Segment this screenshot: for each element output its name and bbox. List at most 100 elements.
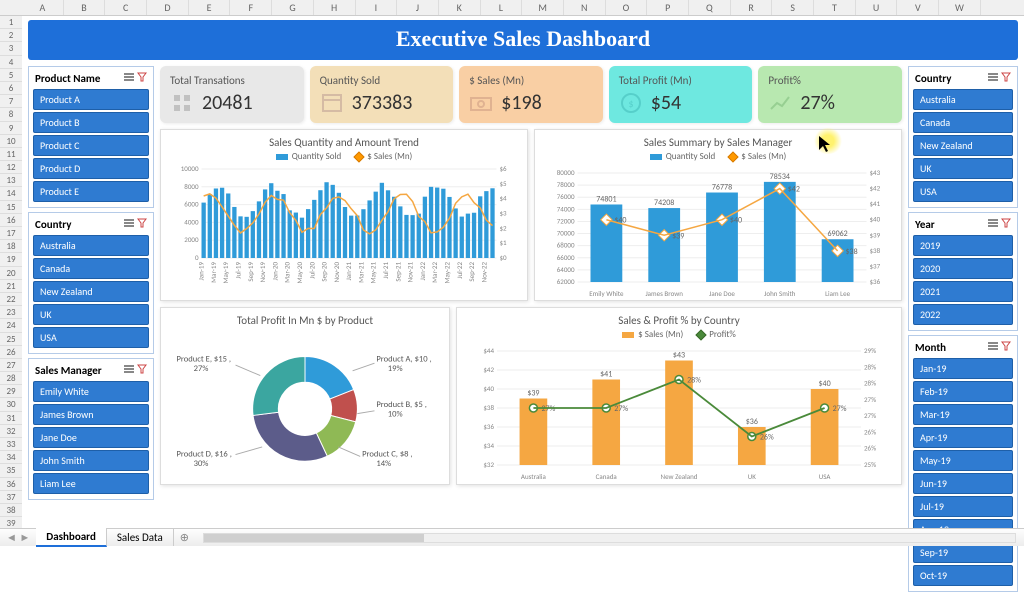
slicer-item[interactable]: New Zealand	[33, 281, 149, 302]
row-header[interactable]: 2	[0, 29, 22, 42]
clear-filter-icon[interactable]	[137, 364, 147, 374]
row-header[interactable]: 4	[0, 56, 22, 69]
slicer-item[interactable]: 2021	[913, 281, 1013, 302]
row-header[interactable]: 29	[0, 385, 22, 398]
multiselect-icon[interactable]	[124, 218, 134, 228]
slicer-item[interactable]: Australia	[913, 89, 1013, 110]
slicer-sales-manager[interactable]: Sales Manager Emily WhiteJames BrownJane…	[28, 358, 154, 500]
slicer-item[interactable]: Product E	[33, 181, 149, 202]
row-header[interactable]: 21	[0, 280, 22, 293]
row-header[interactable]: 14	[0, 187, 22, 200]
col-header[interactable]: V	[897, 0, 939, 15]
multiselect-icon[interactable]	[124, 72, 134, 82]
slicer-country-left[interactable]: Country AustraliaCanadaNew ZealandUKUSA	[28, 212, 154, 354]
slicer-country-right[interactable]: Country AustraliaCanadaNew ZealandUKUSA	[908, 66, 1018, 208]
tab-dashboard[interactable]: Dashboard	[36, 528, 107, 547]
clear-filter-icon[interactable]	[1001, 341, 1011, 351]
slicer-item[interactable]: Product D	[33, 158, 149, 179]
slicer-product[interactable]: Product Name Product AProduct BProduct C…	[28, 66, 154, 208]
row-header[interactable]: 12	[0, 161, 22, 174]
col-header[interactable]: H	[314, 0, 356, 15]
slicer-item[interactable]: Product C	[33, 135, 149, 156]
col-header[interactable]: T	[814, 0, 856, 15]
row-header[interactable]: 18	[0, 240, 22, 253]
slicer-item[interactable]: Emily White	[33, 381, 149, 402]
row-header[interactable]: 35	[0, 464, 22, 477]
col-header[interactable]: G	[272, 0, 314, 15]
multiselect-icon[interactable]	[124, 364, 134, 374]
col-header[interactable]: E	[189, 0, 231, 15]
slicer-item[interactable]: Jan-19	[913, 358, 1013, 379]
slicer-item[interactable]: 2019	[913, 235, 1013, 256]
multiselect-icon[interactable]	[988, 72, 998, 82]
slicer-item[interactable]: James Brown	[33, 404, 149, 425]
slicer-item[interactable]: USA	[33, 327, 149, 348]
slicer-month[interactable]: Month Jan-19Feb-19Mar-19Apr-19May-19Jun-…	[908, 335, 1018, 592]
slicer-item[interactable]: May-19	[913, 450, 1013, 471]
clear-filter-icon[interactable]	[1001, 218, 1011, 228]
col-header[interactable]: P	[647, 0, 689, 15]
col-header[interactable]: S	[772, 0, 814, 15]
col-header[interactable]: D	[147, 0, 189, 15]
row-header[interactable]: 19	[0, 253, 22, 266]
row-header[interactable]: 20	[0, 267, 22, 280]
row-header[interactable]: 5	[0, 69, 22, 82]
row-header[interactable]: 6	[0, 82, 22, 95]
col-header[interactable]: C	[105, 0, 147, 15]
row-header[interactable]: 16	[0, 214, 22, 227]
slicer-item[interactable]: Feb-19	[913, 381, 1013, 402]
slicer-item[interactable]: UK	[33, 304, 149, 325]
slicer-item[interactable]: Jun-19	[913, 473, 1013, 494]
slicer-item[interactable]: 2020	[913, 258, 1013, 279]
slicer-item[interactable]: John Smith	[33, 450, 149, 471]
row-header[interactable]: 11	[0, 148, 22, 161]
col-header[interactable]: R	[731, 0, 773, 15]
row-header[interactable]: 27	[0, 359, 22, 372]
row-header[interactable]: 38	[0, 504, 22, 517]
row-header[interactable]: 22	[0, 293, 22, 306]
row-header[interactable]: 7	[0, 95, 22, 108]
slicer-item[interactable]: Oct-19	[913, 565, 1013, 586]
slicer-item[interactable]: Canada	[33, 258, 149, 279]
row-header[interactable]: 1	[0, 16, 22, 29]
col-header[interactable]: O	[606, 0, 648, 15]
horizontal-scrollbar[interactable]	[203, 533, 1016, 543]
clear-filter-icon[interactable]	[137, 218, 147, 228]
col-header[interactable]: F	[230, 0, 272, 15]
clear-filter-icon[interactable]	[137, 72, 147, 82]
row-header[interactable]: 30	[0, 398, 22, 411]
row-header[interactable]: 34	[0, 451, 22, 464]
scroll-thumb[interactable]	[204, 534, 424, 542]
multiselect-icon[interactable]	[988, 341, 998, 351]
row-header[interactable]: 23	[0, 306, 22, 319]
col-header[interactable]: B	[64, 0, 106, 15]
col-header[interactable]: W	[939, 0, 981, 15]
col-header[interactable]: I	[356, 0, 398, 15]
tab-sales-data[interactable]: Sales Data	[107, 529, 174, 546]
slicer-item[interactable]: Product B	[33, 112, 149, 133]
slicer-item[interactable]: Apr-19	[913, 427, 1013, 448]
row-header[interactable]: 36	[0, 478, 22, 491]
slicer-item[interactable]: Jul-19	[913, 496, 1013, 517]
slicer-item[interactable]: Liam Lee	[33, 473, 149, 494]
row-header[interactable]: 13	[0, 174, 22, 187]
slicer-item[interactable]: Product A	[33, 89, 149, 110]
slicer-item[interactable]: Mar-19	[913, 404, 1013, 425]
slicer-year[interactable]: Year 2019202020212022	[908, 212, 1018, 331]
slicer-item[interactable]: USA	[913, 181, 1013, 202]
row-header[interactable]: 17	[0, 227, 22, 240]
slicer-item[interactable]: Australia	[33, 235, 149, 256]
col-header[interactable]: K	[439, 0, 481, 15]
slicer-item[interactable]: UK	[913, 158, 1013, 179]
slicer-item[interactable]: Jane Doe	[33, 427, 149, 448]
multiselect-icon[interactable]	[988, 218, 998, 228]
col-header[interactable]: A	[22, 0, 64, 15]
row-header[interactable]: 15	[0, 201, 22, 214]
col-header[interactable]: U	[856, 0, 898, 15]
row-header[interactable]: 31	[0, 412, 22, 425]
col-header[interactable]: M	[522, 0, 564, 15]
row-header[interactable]: 8	[0, 108, 22, 121]
row-header[interactable]: 33	[0, 438, 22, 451]
row-header[interactable]: 3	[0, 42, 22, 55]
row-header[interactable]: 9	[0, 122, 22, 135]
